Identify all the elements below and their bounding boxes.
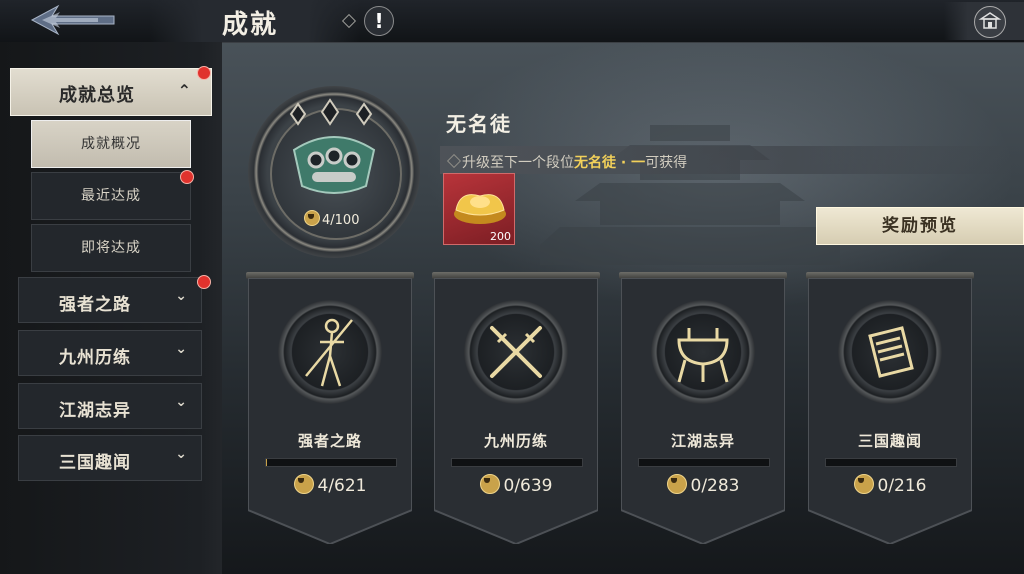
bronze-cauldron-icon [677, 328, 729, 383]
category-count-text: 0/639 [503, 476, 553, 496]
crossed-swords-icon [490, 326, 542, 378]
knuckle-duster-icon [292, 136, 376, 194]
category-name: 三国趣闻 [857, 432, 922, 450]
category-name: 强者之路 [297, 432, 362, 450]
category-count: 0/283 [621, 474, 785, 496]
rank-name: 无名徒 [446, 112, 512, 136]
sidebar-item-label: 九州历练 [59, 348, 131, 368]
sidebar-subitem-summary[interactable]: 成就概况 [31, 120, 191, 168]
home-button[interactable] [944, 2, 1024, 40]
sidebar-item-jiuzhou[interactable]: 九州历练 ⌄ [18, 330, 202, 376]
category-banner-jiuzhou[interactable]: 九州历练 0/639 [432, 272, 600, 544]
category-banner-sanguo[interactable]: 三国趣闻 0/216 [806, 272, 974, 544]
trophy-icon [666, 474, 687, 494]
sidebar-item-sanguo[interactable]: 三国趣闻 ⌄ [18, 435, 202, 481]
sidebar-subitem-recent[interactable]: 最近达成 [31, 172, 191, 220]
category-progress-bar [825, 458, 957, 467]
sidebar-item-label: 三国趣闻 [59, 453, 131, 473]
category-progress-bar [638, 458, 770, 467]
category-progress-bar [265, 458, 397, 467]
notification-dot [180, 170, 194, 184]
sidebar-subitem-upcoming[interactable]: 即将达成 [31, 224, 191, 272]
pavilion-icon [974, 6, 1006, 38]
help-button[interactable]: ! [364, 6, 394, 36]
category-count-text: 4/621 [317, 476, 367, 496]
warrior-icon [305, 318, 353, 387]
category-count: 0/639 [434, 474, 598, 496]
gold-ingot-icon [454, 194, 506, 224]
temple-silhouette [540, 125, 840, 265]
reward-item-gold-ingot[interactable]: 200 [443, 173, 515, 245]
hint-next-rank: 无名徒 · 一 [574, 155, 646, 171]
trophy-icon [293, 474, 314, 494]
sidebar-item-jianghu[interactable]: 江湖志异 ⌄ [18, 383, 202, 429]
reward-preview-button[interactable]: 奖励预览 [816, 207, 1024, 245]
chevron-up-icon: ⌃ [177, 81, 191, 100]
hint-prefix: 升级至下一个段位 [462, 155, 574, 171]
trophy-icon [853, 474, 874, 494]
category-name: 江湖志异 [670, 432, 735, 450]
sidebar-item-strongest-path[interactable]: 强者之路 ⌄ [18, 277, 202, 323]
sidebar-item-label: 成就总览 [59, 85, 135, 106]
category-progress-fill [266, 459, 267, 466]
category-banner-jianghu[interactable]: 江湖志异 0/283 [619, 272, 787, 544]
category-banner-strongest-path[interactable]: 强者之路 4/621 [246, 272, 414, 544]
notification-dot [197, 275, 211, 289]
rank-progress-text: 4/100 [322, 213, 360, 228]
page-title: 成就 [222, 10, 279, 40]
category-count-text: 0/216 [877, 476, 927, 496]
reward-quantity: 200 [490, 230, 511, 243]
chevron-down-icon: ⌄ [175, 394, 187, 410]
rank-pips [289, 98, 373, 126]
next-rank-hint: 升级至下一个段位无名徒 · 一可获得 [462, 152, 687, 172]
rank-progress: 4/100 [304, 210, 359, 228]
sidebar-item-overview[interactable]: 成就总览 ⌃ [10, 68, 212, 116]
chevron-down-icon: ⌄ [175, 341, 187, 357]
chevron-down-icon: ⌄ [175, 288, 187, 304]
sidebar-item-label: 强者之路 [59, 295, 131, 315]
hint-suffix: 可获得 [645, 155, 688, 171]
trophy-icon [304, 210, 320, 226]
sidebar-item-label: 江湖志异 [59, 401, 131, 421]
trophy-icon [479, 474, 500, 494]
category-progress-bar [451, 458, 583, 467]
category-count: 0/216 [808, 474, 972, 496]
category-count-text: 0/283 [690, 476, 740, 496]
category-name: 九州历练 [483, 432, 548, 450]
category-count: 4/621 [248, 474, 412, 496]
notification-dot [197, 66, 211, 80]
chevron-down-icon: ⌄ [175, 446, 187, 462]
scroll-icon [868, 326, 914, 378]
back-arrow-icon[interactable] [28, 4, 116, 36]
